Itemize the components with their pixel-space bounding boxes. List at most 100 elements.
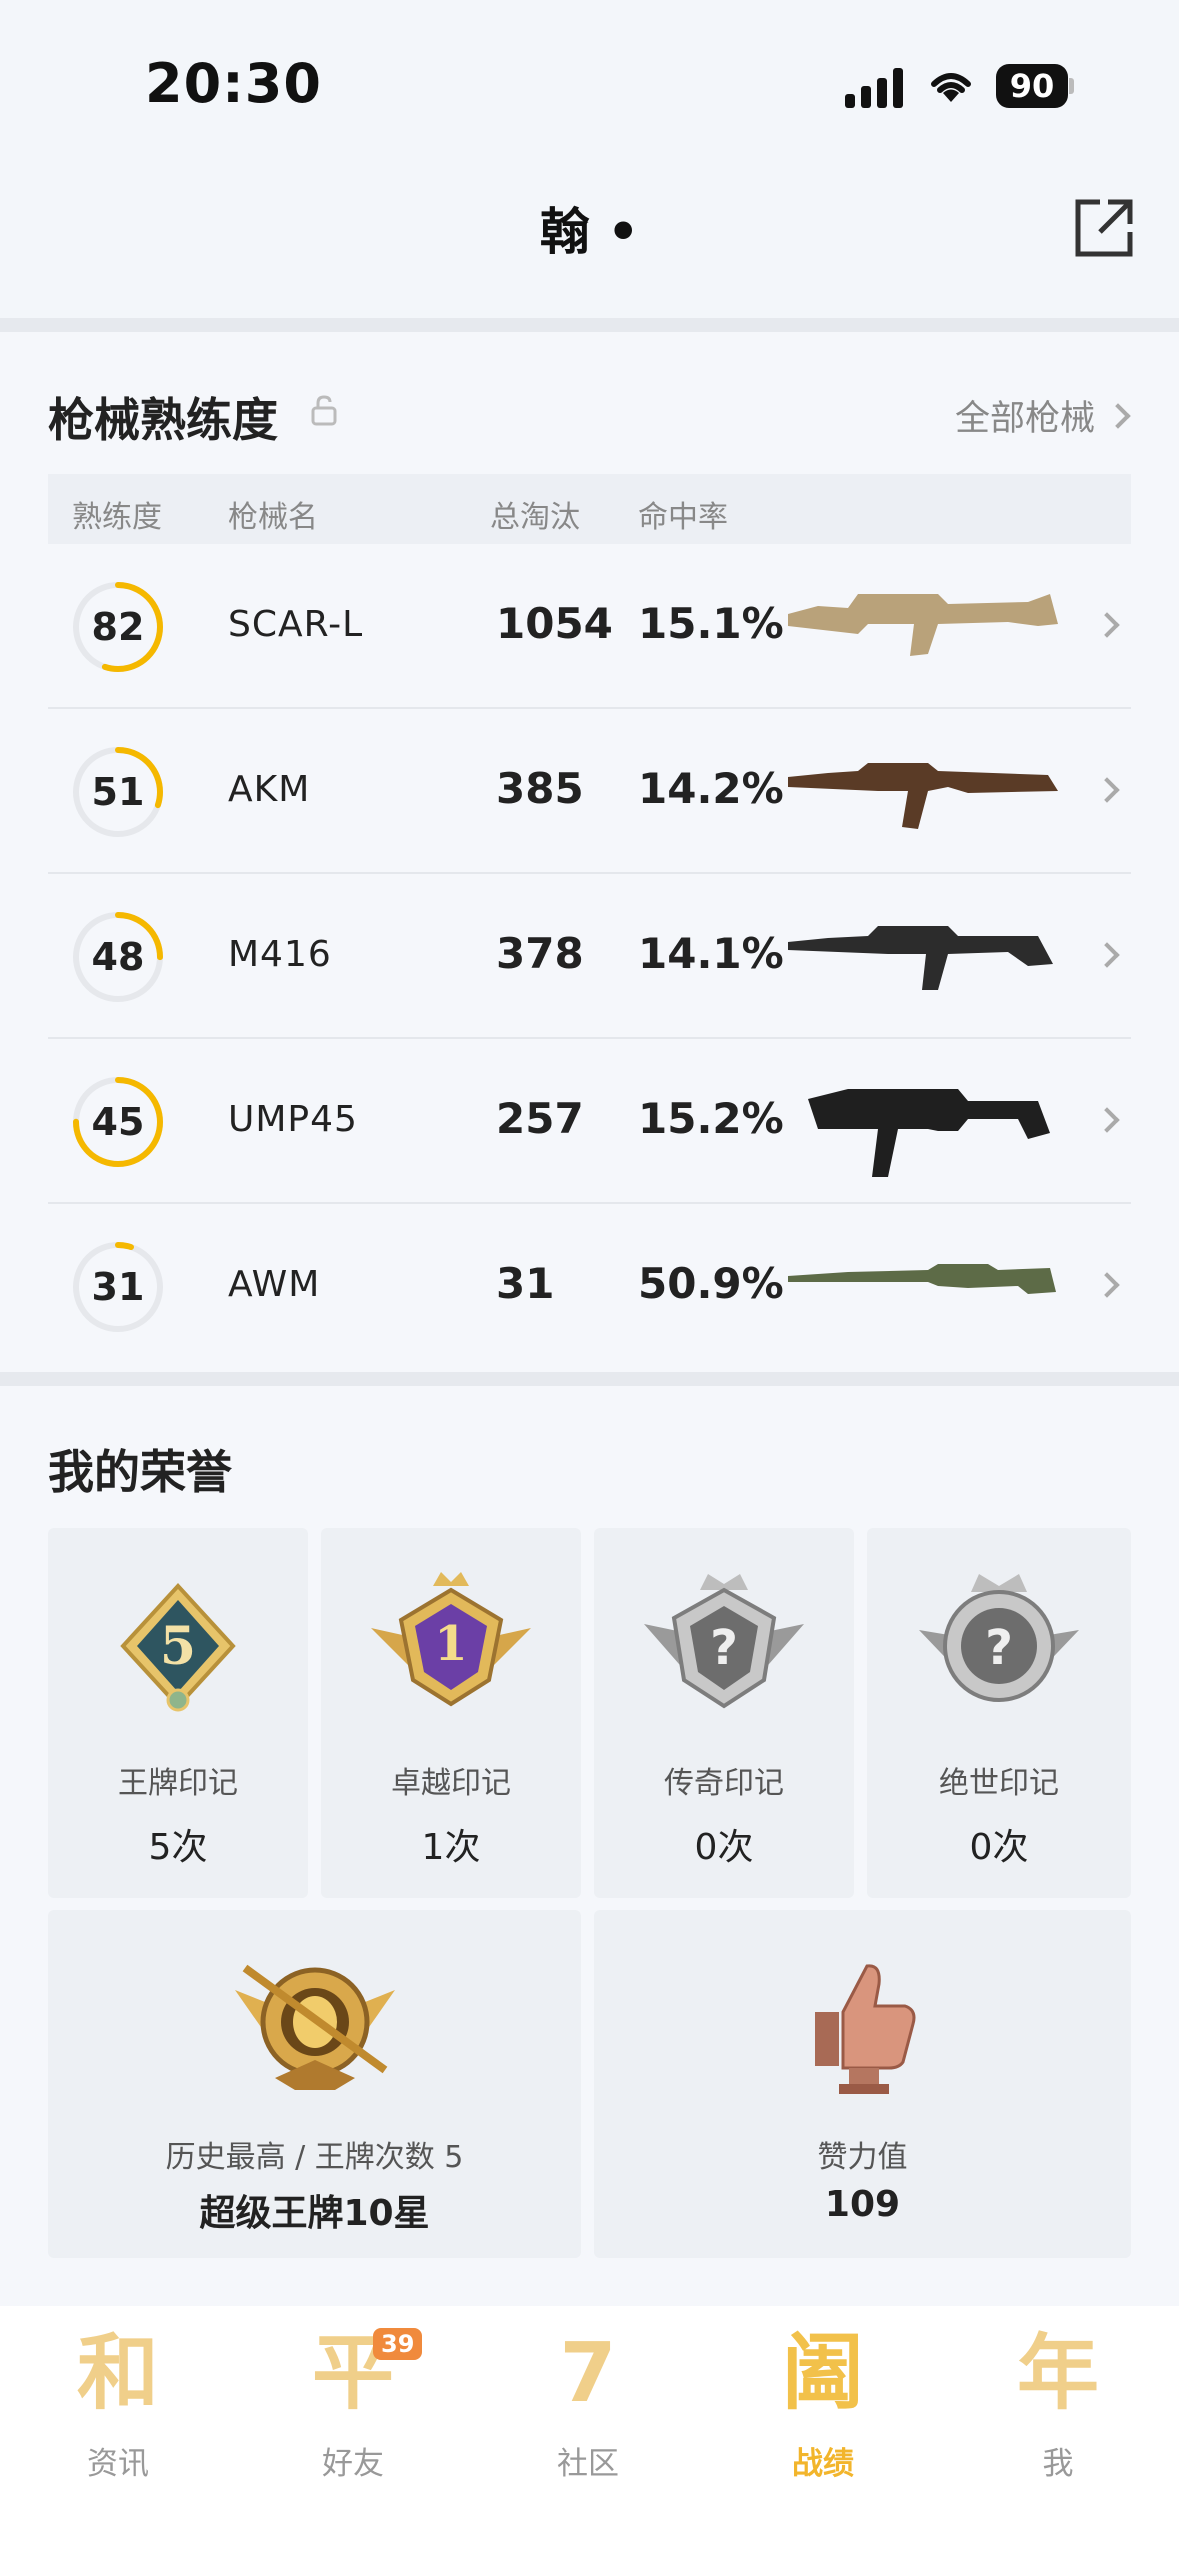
chevron-right-icon xyxy=(1094,612,1120,638)
legend-medal-icon: ? xyxy=(644,1574,804,1709)
bottom-tab-bar: 和 资讯 平 39 好友 7 社区 阖 战绩 年 我 xyxy=(0,2306,1179,2556)
accuracy: 14.2% xyxy=(638,764,784,813)
total-kills: 385 xyxy=(496,764,584,813)
share-icon[interactable] xyxy=(1070,194,1138,262)
chevron-right-icon xyxy=(1094,1107,1120,1133)
weapon-name: UMP45 xyxy=(228,1099,358,1140)
tab-label: 战绩 xyxy=(792,2446,854,2482)
proficiency-value: 48 xyxy=(91,935,145,979)
honor-count: 5次 xyxy=(148,1827,208,1868)
honor-card-peerless[interactable]: ? 绝世印记 0次 xyxy=(867,1528,1131,1898)
news-tab-icon: 和 xyxy=(76,2326,159,2421)
tab-label: 我 xyxy=(1042,2446,1074,2482)
status-bar: 20:30 90 xyxy=(0,0,1179,170)
accuracy: 50.9% xyxy=(638,1259,784,1308)
proficiency-value: 31 xyxy=(91,1265,145,1309)
weapon-row[interactable]: 48 M416 378 14.1% xyxy=(48,874,1131,1039)
weapon-row[interactable]: 45 UMP45 257 15.2% xyxy=(48,1039,1131,1204)
page-header: 翰 • xyxy=(0,170,1179,318)
honor-label: 绝世印记 xyxy=(939,1766,1059,1801)
highest-rank-label: 历史最高 / 王牌次数 5 xyxy=(165,2140,464,2175)
status-time: 20:30 xyxy=(145,52,322,115)
chevron-right-icon xyxy=(1094,777,1120,803)
total-kills: 378 xyxy=(496,929,584,978)
weapon-name: M416 xyxy=(228,934,332,975)
battery-level: 90 xyxy=(996,64,1068,108)
chevron-right-icon xyxy=(1094,1272,1120,1298)
tab-news[interactable]: 和 资讯 xyxy=(28,2324,208,2524)
proficiency-value: 82 xyxy=(91,605,145,649)
sniper-rifle-green-icon xyxy=(788,1264,1056,1294)
tab-label: 好友 xyxy=(322,2446,384,2482)
weapon-name: AKM xyxy=(228,769,311,810)
chevron-right-icon xyxy=(1105,402,1131,429)
weapon-row[interactable]: 51 AKM 385 14.2% xyxy=(48,709,1131,874)
page-title: 翰 • xyxy=(539,203,640,261)
honor-label: 王牌印记 xyxy=(118,1766,238,1801)
weapon-name: AWM xyxy=(228,1264,321,1305)
community-tab-icon: 7 xyxy=(559,2326,617,2421)
crown-rank-badge-icon xyxy=(234,1964,395,2090)
tab-label: 资讯 xyxy=(87,2446,149,2482)
total-kills: 1054 xyxy=(496,599,613,648)
honor-count: 0次 xyxy=(694,1827,754,1868)
col-accuracy: 命中率 xyxy=(638,500,728,535)
honors-section: 我的荣誉 5 王牌印记 5次 1 卓越印记 1次 ? 传奇印记 0次 ? 绝世印… xyxy=(0,1386,1179,2306)
excellent-medal-icon: 1 xyxy=(371,1572,531,1707)
weapon-proficiency-section: 枪械熟练度 全部枪械 熟练度 枪械名 总淘汰 命中率 82 SCAR-L 1054 1… xyxy=(0,332,1179,1372)
notification-badge: 39 xyxy=(373,2328,423,2360)
peerless-medal-icon: ? xyxy=(919,1574,1079,1702)
col-proficiency: 熟练度 xyxy=(72,500,162,535)
highest-rank-value: 超级王牌10星 xyxy=(199,2193,430,2234)
accuracy: 15.2% xyxy=(638,1094,784,1143)
all-weapons-link[interactable]: 全部枪械 xyxy=(954,390,1131,441)
honor-card-excellent[interactable]: 1 卓越印记 1次 xyxy=(321,1528,581,1898)
honor-count: 1次 xyxy=(421,1827,481,1868)
proficiency-value: 45 xyxy=(91,1100,145,1144)
smg-black-icon xyxy=(808,1089,1050,1177)
highest-rank-card[interactable]: 历史最高 / 王牌次数 5 超级王牌10星 xyxy=(48,1910,581,2258)
peerless-medal-mark: ? xyxy=(985,1620,1013,1676)
chevron-right-icon xyxy=(1094,942,1120,968)
col-weapon-name: 枪械名 xyxy=(228,500,318,535)
total-kills: 257 xyxy=(496,1094,584,1143)
tab-label: 社区 xyxy=(557,2446,619,2482)
weapon-row[interactable]: 82 SCAR-L 1054 15.1% xyxy=(48,544,1131,709)
weapon-row[interactable]: 31 AWM 31 50.9% xyxy=(48,1204,1131,1369)
honor-card-legend[interactable]: ? 传奇印记 0次 xyxy=(594,1528,854,1898)
honor-count: 0次 xyxy=(969,1827,1029,1868)
tab-friends[interactable]: 平 39 好友 xyxy=(263,2324,443,2524)
ace-medal-number: 5 xyxy=(160,1616,196,1677)
thumbs-up-icon xyxy=(814,1964,915,2094)
weapon-name: SCAR-L xyxy=(228,604,364,645)
weapon-table-header: 熟练度 枪械名 总淘汰 命中率 xyxy=(48,474,1131,544)
proficiency-value: 51 xyxy=(91,770,145,814)
honor-label: 传奇印记 xyxy=(664,1766,784,1801)
tab-records[interactable]: 阖 战绩 xyxy=(733,2324,913,2524)
assault-rifle-tan-icon xyxy=(788,594,1058,656)
section-title-honors: 我的荣誉 xyxy=(48,1445,232,1499)
tab-me[interactable]: 年 我 xyxy=(968,2324,1148,2524)
assault-rifle-black-icon xyxy=(788,926,1053,990)
lock-icon xyxy=(311,395,337,426)
likes-value: 109 xyxy=(824,2184,901,2225)
records-tab-icon: 阖 xyxy=(781,2326,864,2421)
total-kills: 31 xyxy=(496,1259,555,1308)
section-divider xyxy=(0,1372,1179,1386)
section-title-weapons: 枪械熟练度 xyxy=(48,393,278,447)
excellent-medal-number: 1 xyxy=(434,1616,467,1672)
section-divider xyxy=(0,318,1179,332)
battery-icon: 90 xyxy=(996,64,1074,108)
likes-card[interactable]: 赞力值 109 xyxy=(594,1910,1131,2258)
honor-label: 卓越印记 xyxy=(391,1766,511,1801)
col-total-kills: 总淘汰 xyxy=(490,500,580,535)
ace-medal-icon: 5 xyxy=(120,1583,236,1712)
wifi-icon xyxy=(931,73,971,102)
cellular-signal-icon xyxy=(845,66,907,108)
tab-community[interactable]: 7 社区 xyxy=(498,2324,678,2524)
accuracy: 14.1% xyxy=(638,929,784,978)
likes-label: 赞力值 xyxy=(817,2140,908,2175)
legend-medal-mark: ? xyxy=(710,1620,738,1676)
honor-card-ace[interactable]: 5 王牌印记 5次 xyxy=(48,1528,308,1898)
all-weapons-label: 全部枪械 xyxy=(954,399,1095,439)
